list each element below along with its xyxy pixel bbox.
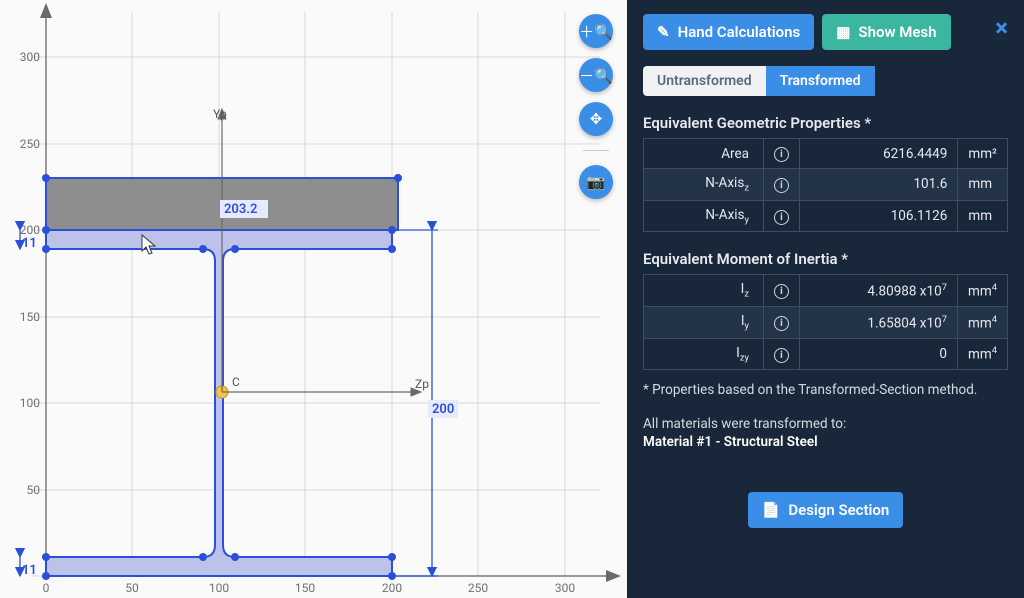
document-icon: 📄 — [762, 501, 781, 519]
centroid-label: C — [232, 375, 240, 389]
transform-tabs: Untransformed Transformed — [643, 66, 1008, 96]
geo-props-heading: Equivalent Geometric Properties * — [643, 114, 1008, 132]
yp-label: Yp — [213, 107, 227, 121]
show-mesh-label: Show Mesh — [858, 23, 936, 41]
svg-text:200: 200 — [20, 223, 40, 237]
control-separator — [583, 150, 609, 151]
svg-text:250: 250 — [20, 137, 40, 151]
section-plot: 0 50 100 150 200 250 300 50 100 150 200 … — [0, 0, 627, 598]
section-canvas[interactable]: 0 50 100 150 200 250 300 50 100 150 200 … — [0, 0, 627, 598]
design-section-button[interactable]: 📄 Design Section — [748, 492, 904, 528]
hand-calc-label: Hand Calculations — [678, 23, 801, 41]
tab-untransformed[interactable]: Untransformed — [643, 66, 766, 96]
zoom-in-button[interactable]: ＋🔍 — [579, 14, 613, 48]
table-row: Iyi1.65804 x107mm4 — [644, 307, 1008, 339]
info-icon[interactable]: i — [774, 147, 789, 162]
dim-height: 200 — [432, 402, 454, 417]
svg-text:0: 0 — [43, 581, 50, 595]
method-footnote: * Properties based on the Transformed-Se… — [643, 382, 1008, 398]
moi-heading: Equivalent Moment of Inertia * — [643, 250, 1008, 268]
info-icon[interactable]: i — [774, 348, 789, 363]
dim-plate-width: 203.2 — [224, 202, 257, 217]
zp-label: Zp — [415, 377, 429, 391]
tab-transformed[interactable]: Transformed — [766, 66, 875, 96]
svg-text:150: 150 — [295, 581, 315, 595]
zoom-in-icon: ＋🔍 — [579, 21, 613, 42]
table-row: Izyi0mm4 — [644, 338, 1008, 370]
moi-table: Izi4.80988 x107mm4 Iyi1.65804 x107mm4 Iz… — [643, 274, 1008, 370]
svg-text:150: 150 — [20, 310, 40, 324]
svg-text:300: 300 — [555, 581, 575, 595]
design-section-label: Design Section — [788, 501, 889, 519]
svg-text:50: 50 — [125, 581, 139, 595]
info-icon[interactable]: i — [774, 316, 789, 331]
svg-text:100: 100 — [20, 396, 40, 410]
zoom-fit-button[interactable]: ✥ — [579, 102, 613, 136]
svg-text:100: 100 — [209, 581, 229, 595]
show-mesh-button[interactable]: ▦ Show Mesh — [822, 14, 950, 50]
material-note-1: All materials were transformed to: — [643, 416, 1008, 432]
table-row: Izi4.80988 x107mm4 — [644, 275, 1008, 307]
close-panel-button[interactable]: × — [995, 16, 1008, 40]
zoom-out-icon: －🔍 — [579, 65, 613, 86]
screenshot-button[interactable]: 📷 — [579, 165, 613, 199]
svg-text:200: 200 — [382, 581, 402, 595]
move-icon: ✥ — [590, 110, 603, 128]
dim-flange-top: 11 — [22, 236, 37, 251]
pencil-icon: ✎ — [657, 23, 670, 41]
table-row: N-Axiszi101.6mm — [644, 169, 1008, 201]
dim-flange-bottom: 11 — [22, 563, 37, 578]
info-icon[interactable]: i — [774, 284, 789, 299]
properties-panel: × ✎ Hand Calculations ▦ Show Mesh Untran… — [627, 0, 1024, 598]
grid-icon: ▦ — [836, 23, 850, 41]
info-icon[interactable]: i — [774, 210, 789, 225]
svg-text:300: 300 — [20, 50, 40, 64]
table-row: N-Axisyi106.1126mm — [644, 200, 1008, 232]
info-icon[interactable]: i — [774, 178, 789, 193]
hand-calculations-button[interactable]: ✎ Hand Calculations — [643, 14, 814, 50]
zoom-out-button[interactable]: －🔍 — [579, 58, 613, 92]
table-row: Areai6216.4449mm² — [644, 139, 1008, 169]
material-note-2: Material #1 - Structural Steel — [643, 434, 1008, 450]
camera-icon: 📷 — [587, 173, 606, 191]
svg-text:50: 50 — [27, 483, 41, 497]
geo-props-table: Areai6216.4449mm² N-Axiszi101.6mm N-Axis… — [643, 138, 1008, 232]
svg-text:250: 250 — [468, 581, 488, 595]
